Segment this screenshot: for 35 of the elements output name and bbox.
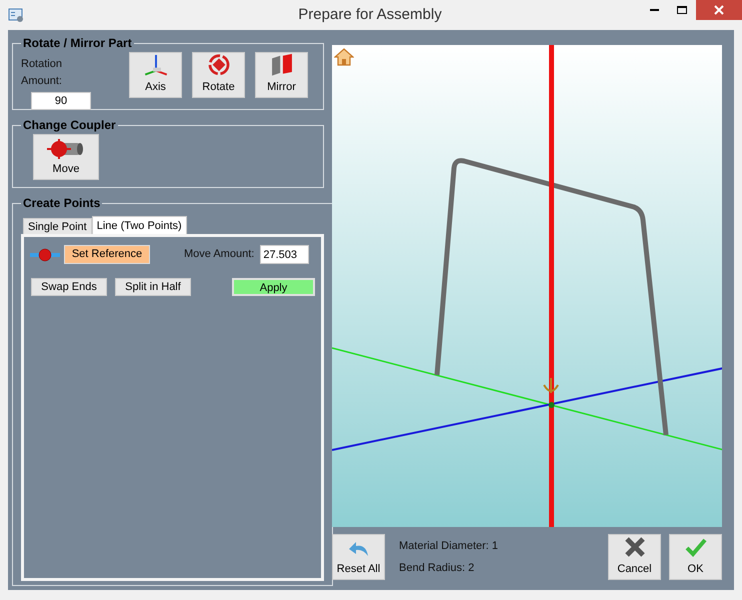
move-amount-label: Move Amount: [184, 247, 254, 262]
origin-icon [548, 402, 554, 408]
check-icon [684, 536, 706, 556]
rotation-label: Rotation Amount: [21, 57, 63, 88]
group-title: Rotate / Mirror Part [22, 35, 133, 52]
move-amount-field[interactable]: 27.503 [260, 245, 310, 264]
set-reference-button[interactable]: Set Reference [64, 245, 150, 264]
action-button[interactable]: Split in Half [115, 278, 191, 296]
undo-icon [348, 540, 370, 556]
axis-button[interactable]: Axis [129, 52, 182, 98]
point-icon [30, 248, 60, 262]
cross-icon [624, 536, 646, 556]
group-title: Change Coupler [22, 117, 117, 134]
info-text: Bend Radius: 2 [399, 561, 476, 576]
apply-button[interactable]: Apply [232, 278, 315, 296]
rotation-field[interactable]: 90 [31, 92, 91, 110]
group-title: Create Points [22, 195, 102, 212]
window-title: Prepare for Assembly [297, 4, 443, 25]
close-button[interactable] [696, 0, 742, 20]
info-text: Material Diameter: 1 [399, 538, 498, 554]
home-icon[interactable] [334, 47, 354, 67]
reset-all-button[interactable]: Reset All [332, 534, 385, 580]
anchor-icon [543, 378, 559, 393]
move-button[interactable]: Move [33, 134, 99, 180]
rotate-icon [206, 53, 232, 76]
action-button[interactable]: Swap Ends [31, 278, 107, 296]
rotate-button[interactable]: Rotate [192, 52, 245, 98]
ok-button[interactable]: OK [669, 534, 722, 580]
tab[interactable]: Single Point [23, 218, 92, 234]
close-icon [714, 5, 724, 15]
cancel-button[interactable]: Cancel [608, 534, 661, 580]
tab[interactable]: Line (Two Points) [92, 216, 187, 234]
mirror-button[interactable]: Mirror [255, 52, 308, 98]
app-icon [8, 7, 24, 23]
coupler-icon [47, 138, 85, 158]
